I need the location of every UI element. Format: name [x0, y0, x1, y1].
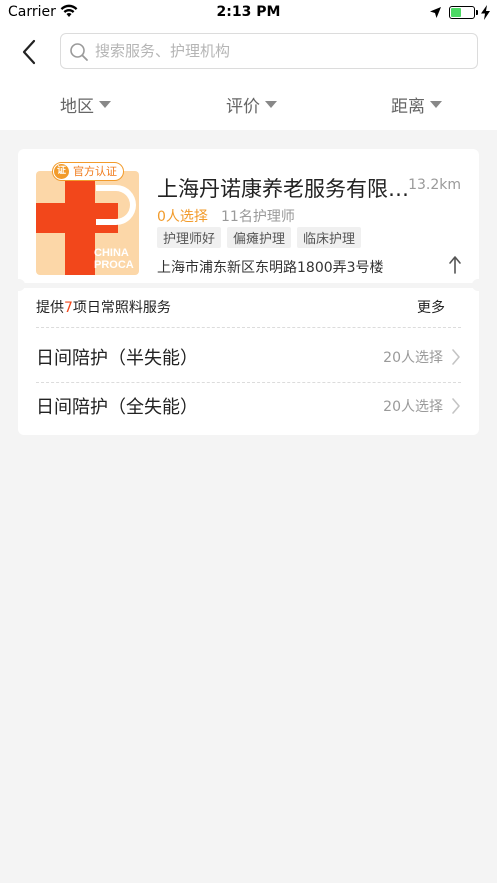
- caret-down-icon: [265, 100, 277, 108]
- service-item[interactable]: 日间陪护（全失能） 20人选择: [18, 383, 479, 431]
- tag: 偏瘫护理: [227, 227, 292, 248]
- card-notch-right: [472, 279, 484, 291]
- logo-letter-p: [96, 185, 136, 225]
- service-name: 日间陪护（半失能）: [36, 348, 198, 369]
- caret-down-icon: [99, 100, 111, 108]
- org-selections: 0人选择: [157, 209, 208, 225]
- official-badge-label: 官方认证: [73, 165, 117, 178]
- logo-text-line-2: PROCA: [94, 259, 134, 271]
- filter-rating[interactable]: 评价: [226, 92, 277, 117]
- org-address: 上海市浦东新区东明路1800弄3号楼: [157, 260, 384, 276]
- status-bar: Carrier 2:13 PM: [0, 0, 497, 26]
- org-nurses: 11名护理师: [221, 209, 295, 225]
- filter-distance-label: 距离: [391, 96, 425, 117]
- org-card: CHINA PROCA 证 官方认证 上海丹诺康养老服务有限公司 13.2km …: [13, 149, 484, 435]
- more-services-link[interactable]: 更多: [417, 297, 445, 317]
- caret-down-icon: [430, 100, 442, 108]
- certified-icon: 证: [54, 164, 69, 179]
- filter-rating-label: 评价: [226, 96, 260, 117]
- org-logo: CHINA PROCA: [36, 171, 139, 275]
- location-arrow-icon: [430, 7, 441, 18]
- service-name: 日间陪护（全失能）: [36, 397, 198, 418]
- battery-icon: [449, 6, 475, 19]
- clock: 2:13 PM: [216, 4, 281, 20]
- filter-distance[interactable]: 距离: [391, 92, 442, 117]
- search-input[interactable]: [95, 34, 465, 68]
- org-summary[interactable]: CHINA PROCA 证 官方认证 上海丹诺康养老服务有限公司 13.2km …: [18, 149, 479, 283]
- card-separator: [18, 283, 479, 288]
- service-selections: 20人选择: [383, 350, 443, 366]
- card-notch-left: [13, 279, 25, 291]
- org-name: 上海丹诺康养老服务有限公司: [157, 177, 409, 201]
- filter-bar: 地区 评价 距离: [0, 78, 497, 130]
- services-header-suffix: 项日常照料服务: [72, 300, 171, 316]
- chevron-right-icon: [452, 398, 460, 414]
- official-badge: 证 官方认证: [52, 162, 124, 181]
- search-box[interactable]: [60, 33, 478, 69]
- org-distance: 13.2km: [408, 177, 461, 193]
- search-icon: [70, 43, 88, 61]
- chevron-right-icon: [452, 349, 460, 365]
- logo-text-line-1: CHINA: [94, 247, 129, 259]
- back-chevron-icon: [22, 39, 36, 65]
- navigation-bar: [0, 26, 497, 78]
- service-selections: 20人选择: [383, 399, 443, 415]
- filter-region[interactable]: 地区: [60, 92, 111, 117]
- back-button[interactable]: [14, 36, 46, 68]
- services-count: 7: [64, 300, 73, 316]
- navigate-icon[interactable]: [448, 255, 462, 275]
- charging-icon: [481, 5, 490, 20]
- filter-region-label: 地区: [60, 96, 94, 117]
- services-header-prefix: 提供: [36, 300, 64, 316]
- tag: 护理师好: [157, 227, 222, 248]
- battery-tip: [476, 10, 478, 15]
- service-item[interactable]: 日间陪护（半失能） 20人选择: [18, 334, 479, 382]
- services-header: 提供7项日常照料服务: [36, 297, 171, 317]
- org-tags: 护理师好 偏瘫护理 临床护理: [157, 227, 362, 248]
- divider: [36, 327, 461, 328]
- battery-level: [451, 8, 461, 17]
- tag: 临床护理: [297, 227, 362, 248]
- logo-text: CHINA PROCA: [94, 247, 134, 271]
